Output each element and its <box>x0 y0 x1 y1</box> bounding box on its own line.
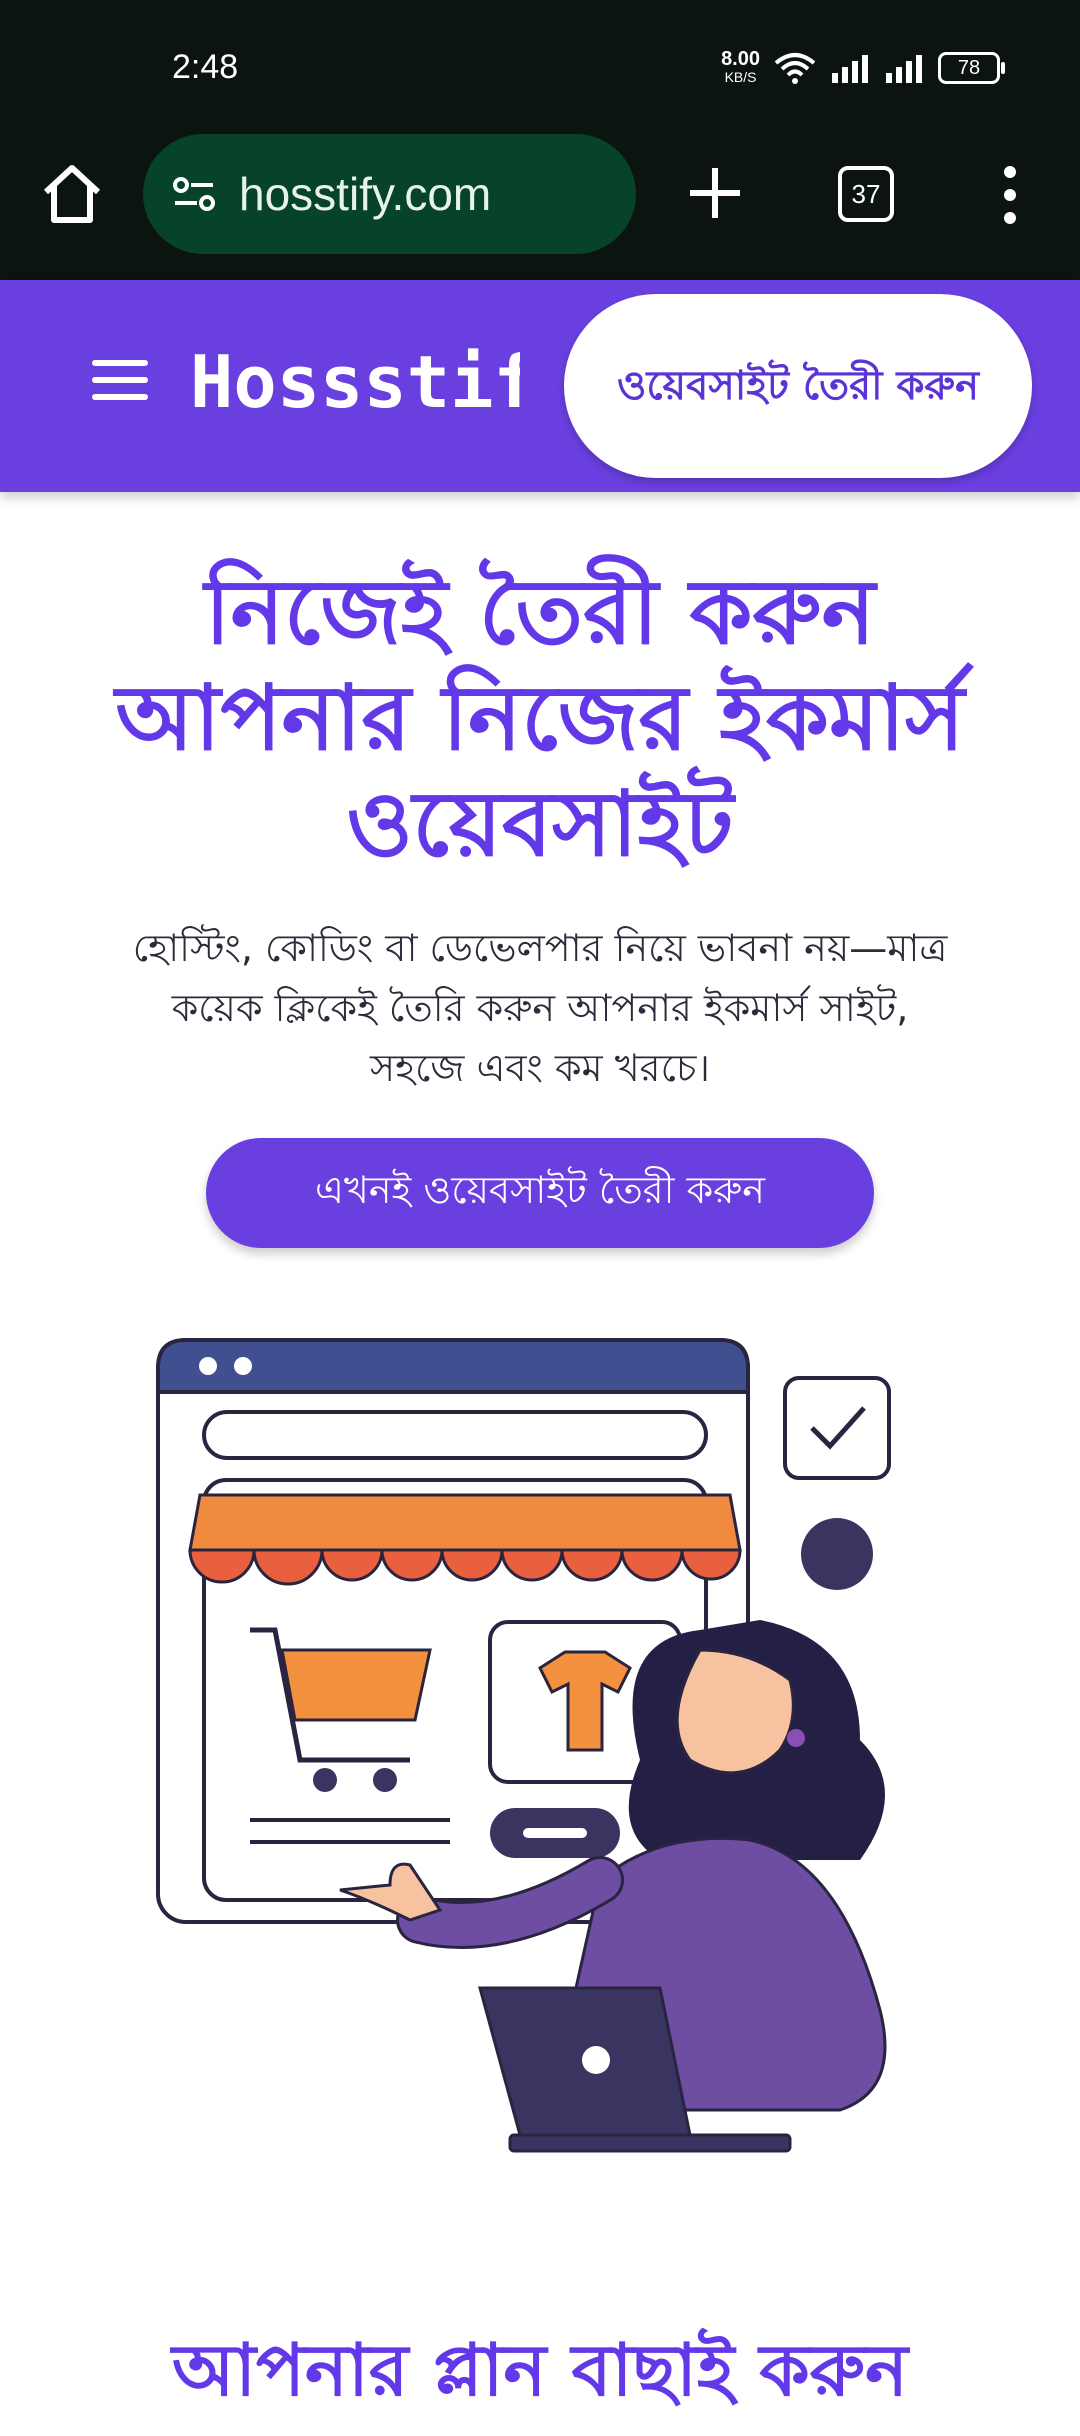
network-speed: 8.00 KB/S <box>721 48 760 86</box>
url-text: hosstify.com <box>239 168 492 220</box>
browser-toolbar: hosstify.com 37 <box>0 120 1080 280</box>
site-settings-icon[interactable] <box>169 169 219 219</box>
status-icons: 8.00 KB/S 78 <box>721 48 1005 86</box>
checkbox-graphic <box>783 1376 891 1480</box>
new-tab-icon[interactable] <box>680 158 750 228</box>
status-bar: 2:48 8.00 KB/S 78 <box>0 0 1080 140</box>
hamburger-menu-icon[interactable] <box>92 360 148 406</box>
status-time: 2:48 <box>172 48 239 86</box>
hero-subtitle: হোস্টিং, কোডিং বা ডেভেলপার নিয়ে ভাবনা ন… <box>132 926 948 1090</box>
overflow-menu-icon[interactable] <box>990 160 1030 230</box>
tab-switcher-button[interactable]: 37 <box>838 166 894 222</box>
wifi-icon <box>774 53 816 84</box>
signal-icon-1 <box>832 55 868 83</box>
site-header: Hossstify ওয়েবসাইট তৈরী করুন <box>0 280 1080 492</box>
ecommerce-illustration <box>156 1338 891 2153</box>
network-speed-value: 8.00 <box>721 48 760 70</box>
awning-graphic <box>188 1493 742 1586</box>
battery-icon: 78 <box>938 52 1005 84</box>
signal-icon-2 <box>886 55 922 83</box>
plans-section-title: আপনার প্লান বাছাই করুন <box>171 2328 909 2412</box>
dot-graphic <box>801 1518 873 1590</box>
hero-create-website-button[interactable]: এখনই ওয়েবসাইট তৈরী করুন <box>206 1138 874 1248</box>
home-icon[interactable] <box>36 158 108 230</box>
network-speed-unit: KB/S <box>724 69 757 85</box>
header-create-website-button[interactable]: ওয়েবসাইট তৈরী করুন <box>564 294 1032 478</box>
site-logo[interactable]: Hossstify <box>190 340 520 424</box>
address-bar[interactable]: hosstify.com <box>143 134 636 254</box>
hero-title: নিজেই তৈরী করুন আপনার নিজের ইকমার্স ওয়ে… <box>115 560 965 877</box>
